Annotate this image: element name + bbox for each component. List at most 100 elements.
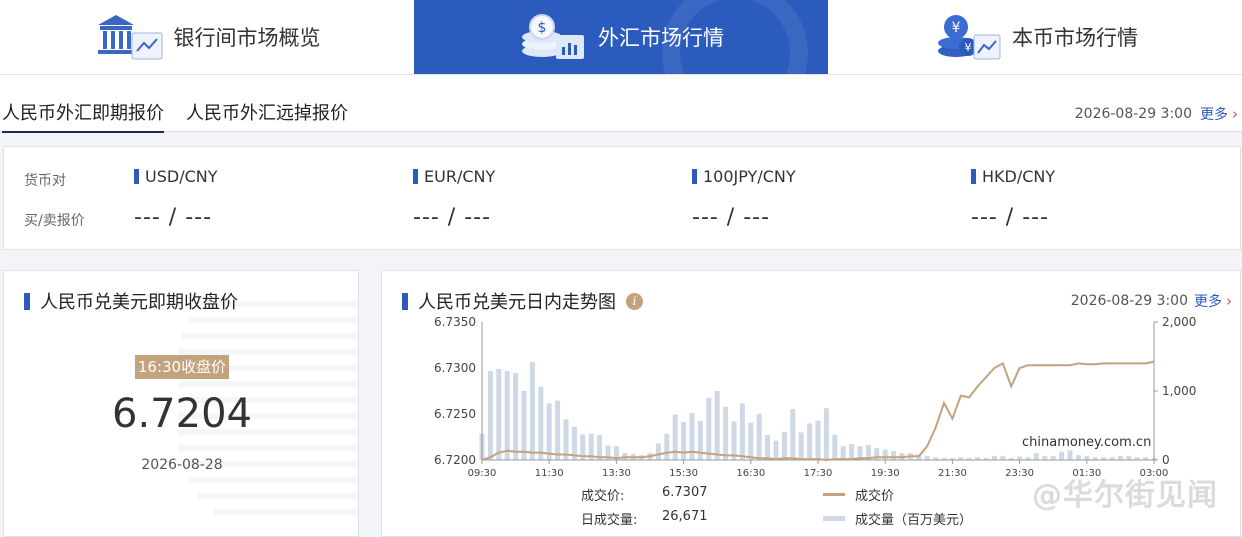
x-tick-label: 09:30	[468, 468, 497, 479]
pair-name: EUR/CNY	[424, 167, 496, 186]
pair-name: 100JPY/CNY	[703, 167, 796, 186]
volume-readout-label: 日成交量:	[581, 513, 638, 528]
volume-bar	[706, 397, 712, 460]
x-tick-label: 13:30	[602, 468, 631, 479]
x-tick-label: 16:30	[736, 468, 765, 479]
volume-bar	[504, 370, 510, 460]
volume-bar	[697, 420, 703, 460]
volume-bar	[790, 408, 796, 460]
pair-marker	[971, 169, 976, 184]
closing-price-panel: 人民币兑美元即期收盘价 16:30收盘价 6.7204 2026-08-28	[3, 270, 359, 537]
top-nav: 银行间市场概览 $ 外汇市场行情 ¥ ¥ 本币市场行情	[0, 0, 1242, 75]
volume-readout-value: 26,671	[662, 509, 708, 524]
volume-bar	[781, 431, 787, 460]
yuan-coin-icon: ¥ ¥	[932, 11, 1002, 63]
info-icon[interactable]: i	[626, 292, 643, 310]
volume-bar	[714, 391, 720, 460]
pair-name: USD/CNY	[145, 167, 218, 186]
volume-bar	[731, 421, 737, 460]
volume-bar	[924, 455, 930, 460]
x-tick-label: 11:30	[535, 468, 564, 479]
volume-bar	[991, 455, 997, 460]
chart-more-link[interactable]: 更多 ›	[1194, 291, 1232, 311]
x-tick-label: 23:30	[1005, 468, 1034, 479]
subtab-spot-quote[interactable]: 人民币外汇即期报价	[2, 99, 164, 133]
chart-timestamp: 2026-08-29 3:00	[1070, 293, 1188, 309]
volume-bar	[1059, 451, 1065, 460]
title-marker	[402, 292, 408, 310]
volume-bar	[748, 422, 754, 460]
tab-label: 外汇市场行情	[598, 26, 724, 50]
legend-price-text: 成交价	[855, 489, 895, 504]
pair-marker	[134, 169, 139, 184]
quote-hkdcny: --- / ---	[971, 205, 1050, 230]
update-timestamp: 2026-08-29 3:00	[1074, 106, 1192, 122]
volume-bar	[555, 400, 561, 460]
legend-price-swatch	[823, 493, 845, 496]
y-left-tick-label: 6.7250	[434, 407, 476, 421]
volume-bar	[882, 449, 888, 460]
more-label: 更多	[1200, 107, 1228, 123]
volume-bar	[513, 373, 519, 460]
row-label-price: 买/卖报价	[24, 213, 85, 229]
price-readout-label: 成交价:	[581, 489, 625, 504]
tab-label: 银行间市场概览	[173, 26, 321, 50]
legend-volume: 成交量（百万美元）	[823, 509, 972, 528]
svg-text:¥: ¥	[965, 41, 972, 54]
y-right-tick-label: 0	[1162, 453, 1170, 467]
volume-bar	[689, 413, 695, 460]
volume-bar	[1042, 455, 1048, 460]
closing-panel-title: 人民币兑美元即期收盘价	[24, 288, 238, 314]
volume-bar	[823, 408, 829, 460]
volume-bar	[1084, 455, 1090, 460]
volume-bar	[1017, 456, 1023, 460]
pair-hkdcny[interactable]: HKD/CNY	[971, 167, 1055, 186]
x-tick-label: 17:30	[804, 468, 833, 479]
volume-bar	[807, 423, 813, 460]
volume-bar	[538, 386, 544, 460]
volume-bar	[1067, 450, 1073, 460]
volume-bar	[1075, 455, 1081, 460]
legend-volume-swatch	[823, 516, 845, 521]
x-tick-label: 15:30	[669, 468, 698, 479]
title-marker	[24, 292, 30, 310]
volume-bar	[546, 403, 552, 460]
pair-eurcny[interactable]: EUR/CNY	[413, 167, 495, 186]
volume-bar	[891, 451, 897, 460]
row-label-pair: 货币对	[24, 173, 66, 189]
quote-100jpycny: --- / ---	[692, 205, 771, 230]
y-left-tick-label: 6.7300	[434, 361, 476, 375]
quote-subtabs: 人民币外汇即期报价 人民币外汇远掉报价 2026-08-29 3:00 更多 ›	[0, 75, 1242, 133]
x-tick-label: 19:30	[871, 468, 900, 479]
tab-local-currency-market[interactable]: ¥ ¥ 本币市场行情	[828, 0, 1242, 74]
volume-bar	[723, 406, 729, 460]
more-link[interactable]: 更多 ›	[1200, 104, 1238, 124]
volume-bar	[487, 370, 493, 460]
chevron-right-icon: ›	[1226, 292, 1232, 310]
y-right-tick-label: 2,000	[1162, 315, 1196, 329]
coin-stack-icon: $	[518, 11, 588, 63]
tab-label: 本币市场行情	[1012, 26, 1138, 50]
chart-meta: 2026-08-29 3:00 更多 ›	[1071, 291, 1232, 311]
y-left-tick-label: 6.7200	[434, 453, 476, 467]
bank-building-icon	[94, 11, 164, 63]
subtab-forward-swap-quote[interactable]: 人民币外汇远掉报价	[186, 99, 348, 131]
legend-price: 成交价	[823, 485, 894, 504]
pair-name: HKD/CNY	[982, 167, 1056, 186]
volume-bar	[664, 433, 670, 460]
volume-bar	[832, 434, 838, 460]
volume-bar	[1050, 455, 1056, 460]
pair-marker	[413, 169, 418, 184]
quote-usdcny: --- / ---	[134, 205, 213, 230]
pair-usdcny[interactable]: USD/CNY	[134, 167, 218, 186]
pair-marker	[692, 169, 697, 184]
volume-bar	[815, 420, 821, 460]
tab-fx-market[interactable]: $ 外汇市场行情	[414, 0, 828, 74]
volume-bar	[681, 422, 687, 460]
tab-interbank-overview[interactable]: 银行间市场概览	[0, 0, 414, 74]
volume-bar	[798, 432, 804, 460]
more-label: 更多	[1194, 294, 1222, 310]
volume-bar	[840, 446, 846, 460]
pair-100jpycny[interactable]: 100JPY/CNY	[692, 167, 796, 186]
subtabs-meta: 2026-08-29 3:00 更多 ›	[1075, 104, 1238, 124]
